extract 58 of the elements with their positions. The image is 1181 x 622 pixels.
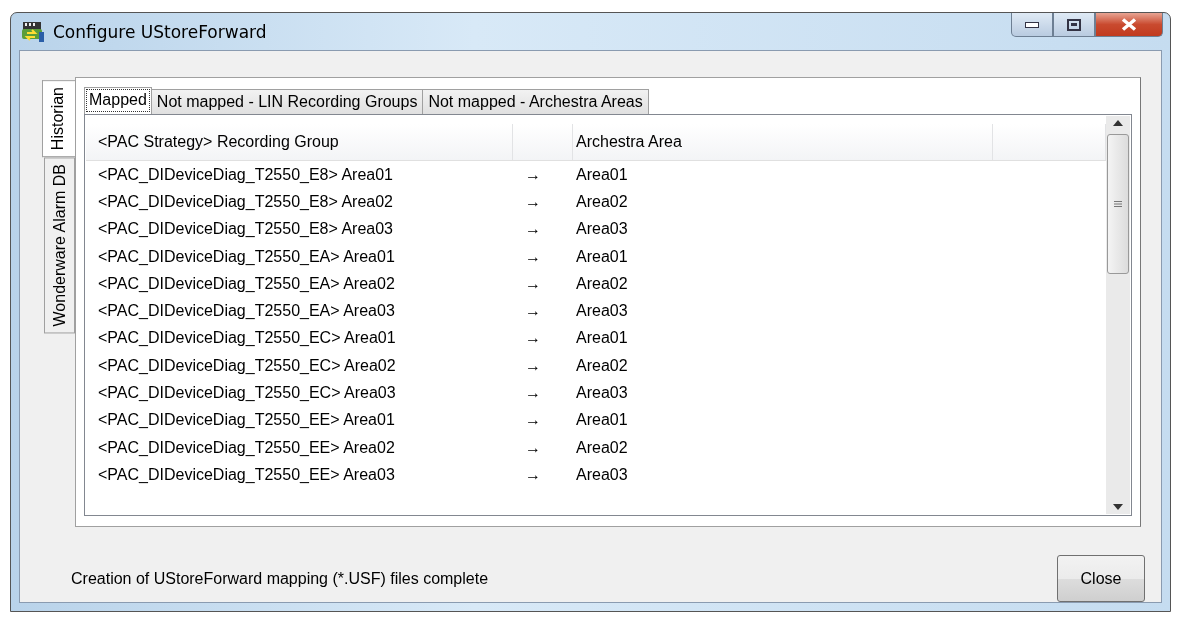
side-tab[interactable]: Wonderware Alarm DB <box>44 157 75 334</box>
arrow-cell-text: → <box>524 302 542 321</box>
scrollbar[interactable] <box>1106 116 1130 514</box>
app-icon <box>21 20 45 43</box>
maximize-button[interactable] <box>1053 13 1095 37</box>
table-cell-text: Area03 <box>575 384 629 402</box>
window-title: Configure UStoreForward <box>53 21 267 42</box>
arrow-cell-text: → <box>524 329 542 348</box>
arrow-cell-text: → <box>524 165 542 184</box>
table-cell-text: Area01 <box>575 247 629 266</box>
table-cell-text: Area03 <box>575 220 629 239</box>
minimize-icon <box>1025 21 1039 28</box>
arrow-cell-text: → <box>524 356 542 375</box>
table-cell-text: Area02 <box>575 356 629 375</box>
scroll-thumb[interactable] <box>1107 134 1129 274</box>
arrow-cell-text: → <box>524 411 542 430</box>
table-cell-text: <PAC_DIDeviceDiag_T2550_EA> Area03 <box>97 302 396 321</box>
arrow-cell-text: → <box>524 384 542 402</box>
minimize-button[interactable] <box>1011 13 1053 37</box>
close-icon <box>1121 18 1137 31</box>
table-cell-text: Area03 <box>575 465 629 484</box>
status-text: Creation of UStoreForward mapping (*.USF) files complete <box>71 569 489 588</box>
tab[interactable]: Not mapped - LIN Recording Groups <box>150 89 424 114</box>
table-cell-text: <PAC_DIDeviceDiag_T2550_EE> Area03 <box>97 465 396 484</box>
table-cell-text: Area03 <box>575 302 629 321</box>
table-cell-text: <PAC_DIDeviceDiag_T2550_E8> Area03 <box>97 220 394 239</box>
arrow-cell-text: → <box>524 274 542 293</box>
tab[interactable]: Mapped <box>84 87 152 114</box>
arrow-cell-text: → <box>524 220 542 239</box>
table-cell-text: <PAC_DIDeviceDiag_T2550_E8> Area02 <box>97 192 394 211</box>
table-cell-text: Area02 <box>575 192 629 211</box>
table-cell-text: <PAC_DIDeviceDiag_T2550_EE> Area01 <box>97 411 396 430</box>
column-header[interactable]: <PAC Strategy> Recording Group <box>98 133 339 151</box>
table-cell-text: <PAC_DIDeviceDiag_T2550_E8> Area01 <box>97 165 394 184</box>
scroll-up-icon <box>1113 120 1123 126</box>
close-window-button[interactable] <box>1095 13 1163 37</box>
table-cell-text: <PAC_DIDeviceDiag_T2550_EC> Area03 <box>97 384 397 402</box>
scroll-down-icon <box>1113 504 1123 510</box>
arrow-cell-text: → <box>524 192 542 211</box>
arrow-cell-text: → <box>524 247 542 266</box>
maximize-icon <box>1067 18 1081 31</box>
table-cell-text: <PAC_DIDeviceDiag_T2550_EE> Area02 <box>97 438 396 457</box>
table-cell-text: Area01 <box>575 329 629 348</box>
table-cell-text: Area02 <box>575 274 629 293</box>
side-tab[interactable]: Historian <box>42 80 75 158</box>
table-cell-text: <PAC_DIDeviceDiag_T2550_EA> Area01 <box>97 247 396 266</box>
close-button[interactable]: Close <box>1057 555 1145 602</box>
grip-icon <box>1114 201 1122 207</box>
table-cell-text: <PAC_DIDeviceDiag_T2550_EA> Area02 <box>97 274 396 293</box>
column-header[interactable]: Archestra Area <box>576 133 682 151</box>
table-cell-text: <PAC_DIDeviceDiag_T2550_EC> Area02 <box>97 356 397 375</box>
table-cell-text: Area02 <box>575 438 629 457</box>
arrow-cell-text: → <box>524 438 542 457</box>
arrow-cell-text: → <box>524 465 542 484</box>
tab[interactable]: Not mapped - Archestra Areas <box>422 89 649 114</box>
table-cell-text: Area01 <box>575 165 629 184</box>
table-cell-text: Area01 <box>575 411 629 430</box>
table-cell-text: <PAC_DIDeviceDiag_T2550_EC> Area01 <box>97 329 397 348</box>
